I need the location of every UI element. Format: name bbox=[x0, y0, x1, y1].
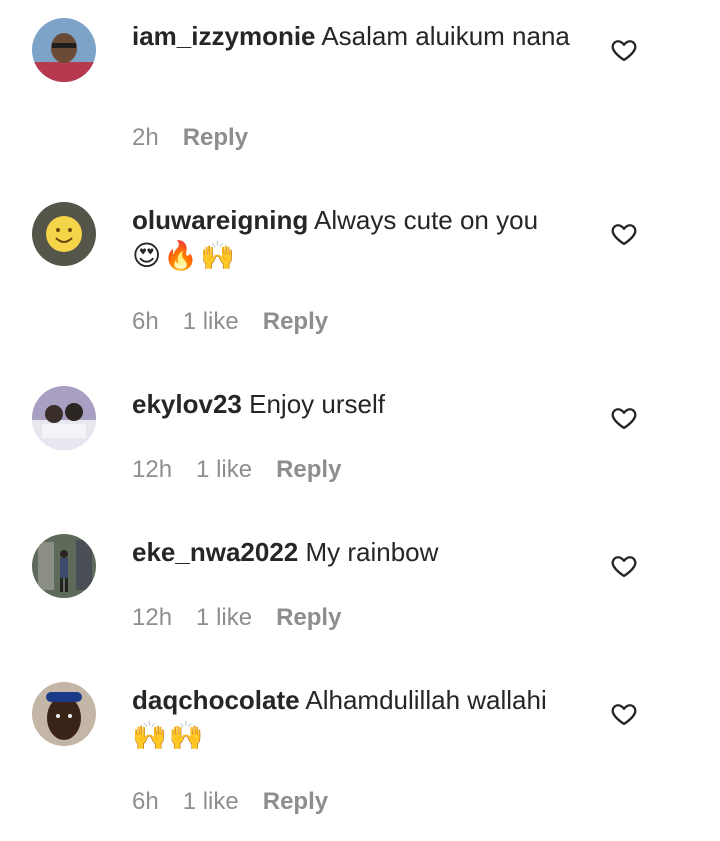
comment-body: iam_izzymonie Asalam aluikum nana bbox=[132, 18, 592, 54]
comment-time: 2h bbox=[132, 124, 159, 151]
comment-likes[interactable]: 1 like bbox=[183, 788, 239, 816]
heart-icon[interactable] bbox=[610, 404, 638, 432]
comment-meta: 12h 1 like Reply bbox=[132, 456, 365, 484]
comment-emoji: 😍🔥🙌 bbox=[132, 239, 237, 272]
comment-likes[interactable]: 1 like bbox=[183, 308, 239, 336]
comment-text: Enjoy urself bbox=[249, 389, 385, 419]
comment-meta: 12h 1 like Reply bbox=[132, 604, 365, 632]
comment-username[interactable]: ekylov23 bbox=[132, 389, 242, 419]
avatar[interactable] bbox=[32, 682, 96, 746]
comment-body: ekylov23 Enjoy urself bbox=[132, 386, 592, 422]
comment-time: 12h bbox=[132, 456, 173, 483]
comment-likes[interactable]: 1 like bbox=[196, 604, 252, 632]
comment-username[interactable]: oluwareigning bbox=[132, 205, 308, 235]
comment-body: daqchocolate Alhamdulillah wallahi 🙌🙌 bbox=[132, 682, 592, 754]
heart-icon[interactable] bbox=[610, 36, 638, 64]
avatar-image bbox=[32, 534, 96, 598]
comment-username[interactable]: eke_nwa2022 bbox=[132, 537, 298, 567]
comment-text: Asalam aluikum nana bbox=[321, 21, 570, 51]
avatar[interactable] bbox=[32, 534, 96, 598]
comment-list: iam_izzymonie Asalam aluikum nana 2h Rep… bbox=[0, 0, 720, 841]
comment-text: Always cute on you bbox=[314, 205, 539, 235]
comment-time: 6h bbox=[132, 308, 159, 335]
comment-meta: 6h 1 like Reply bbox=[132, 788, 352, 816]
avatar-image bbox=[32, 202, 96, 266]
comment-body: eke_nwa2022 My rainbow bbox=[132, 534, 592, 570]
comment-meta: 2h Reply bbox=[132, 124, 272, 152]
comment-emoji: 🙌🙌 bbox=[132, 719, 206, 752]
avatar-image bbox=[32, 682, 96, 746]
reply-button[interactable]: Reply bbox=[263, 788, 328, 816]
heart-icon[interactable] bbox=[610, 552, 638, 580]
reply-button[interactable]: Reply bbox=[276, 456, 341, 484]
avatar-image bbox=[32, 18, 96, 82]
reply-button[interactable]: Reply bbox=[276, 604, 341, 632]
comment-time: 12h bbox=[132, 604, 173, 631]
reply-button[interactable]: Reply bbox=[183, 124, 248, 152]
comment-meta: 6h 1 like Reply bbox=[132, 308, 352, 336]
heart-icon[interactable] bbox=[610, 220, 638, 248]
comment-username[interactable]: iam_izzymonie bbox=[132, 21, 316, 51]
comment-text: My rainbow bbox=[305, 537, 439, 567]
comment-likes[interactable]: 1 like bbox=[196, 456, 252, 484]
comment-time: 6h bbox=[132, 788, 159, 815]
reply-button[interactable]: Reply bbox=[263, 308, 328, 336]
heart-icon[interactable] bbox=[610, 700, 638, 728]
avatar[interactable] bbox=[32, 386, 96, 450]
comment-body: oluwareigning Always cute on you 😍🔥🙌 bbox=[132, 202, 592, 274]
avatar[interactable] bbox=[32, 202, 96, 266]
comment-text: Alhamdulillah wallahi bbox=[305, 685, 547, 715]
avatar-image bbox=[32, 386, 96, 450]
comment-username[interactable]: daqchocolate bbox=[132, 685, 300, 715]
avatar[interactable] bbox=[32, 18, 96, 82]
